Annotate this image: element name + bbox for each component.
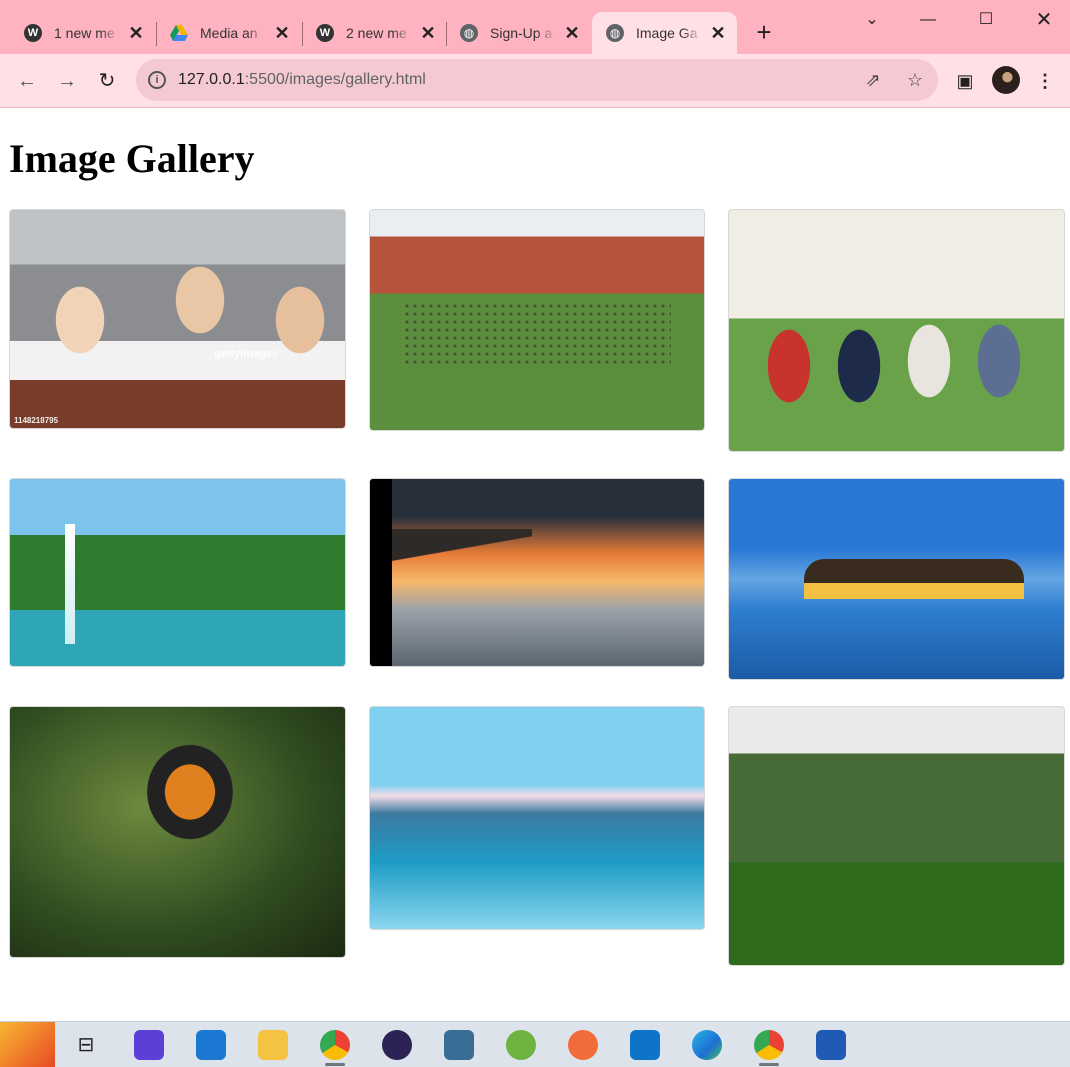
url-path: :5500/images/gallery.html [244, 71, 426, 88]
tab-title: 1 new me [54, 25, 115, 41]
info-icon[interactable]: i [148, 71, 166, 89]
eclipse-icon[interactable] [382, 1030, 412, 1060]
tab-2-new-messages[interactable]: W 2 new me ✕ [292, 12, 448, 54]
share-icon[interactable]: ⇗ [862, 69, 884, 91]
avatar[interactable] [992, 66, 1020, 94]
page-title: Image Gallery [9, 136, 255, 181]
tab-search-chevron-icon[interactable]: ⌄ [852, 8, 892, 32]
gallery-image-waterfall[interactable] [9, 478, 346, 667]
close-icon[interactable]: ✕ [128, 23, 144, 44]
bookmark-star-icon[interactable]: ☆ [904, 69, 926, 91]
gallery-image-falls[interactable] [369, 706, 705, 930]
forward-button[interactable]: → [54, 68, 80, 94]
mysql-icon[interactable] [444, 1030, 474, 1060]
tab-strip: W 1 new me ✕ Media an ✕ W 2 new me ✕ ◍ S… [0, 0, 1070, 54]
task-view-icon[interactable]: ⊟ [71, 1030, 101, 1060]
tab-media[interactable]: Media an ✕ [146, 12, 302, 54]
close-icon[interactable]: ✕ [274, 23, 290, 44]
more-menu-icon[interactable]: ⋮ [1032, 68, 1058, 94]
new-tab-button[interactable]: + [752, 19, 776, 45]
minimize-button[interactable]: — [908, 8, 948, 32]
close-icon[interactable]: ✕ [710, 23, 726, 44]
image-watermark: gettyimages [214, 348, 279, 360]
gallery-image-campus[interactable] [369, 209, 705, 431]
back-button[interactable]: ← [14, 68, 40, 94]
globe-icon: ◍ [460, 24, 478, 42]
postman-icon[interactable] [568, 1030, 598, 1060]
tab-title: Image Ga [636, 25, 698, 41]
gallery-image-students[interactable]: gettyimages 1148218795 [9, 209, 346, 429]
image-id-text: 1148218795 [14, 416, 59, 425]
word-icon[interactable] [816, 1030, 846, 1060]
gallery-image-forest[interactable] [728, 706, 1065, 966]
file-explorer-icon[interactable] [258, 1030, 288, 1060]
gallery-image-pier[interactable] [369, 478, 705, 667]
vscode-icon[interactable] [630, 1030, 660, 1060]
chrome-icon[interactable] [754, 1030, 784, 1066]
browser-toolbar: ← → ↻ i 127.0.0.1:5500/images/gallery.ht… [0, 54, 1070, 108]
url-host: 127.0.0.1 [178, 71, 245, 88]
taskbar: ⊟ [0, 1021, 1070, 1067]
wordpress-icon: W [316, 24, 334, 42]
close-window-button[interactable]: ✕ [1024, 8, 1064, 32]
gallery-image-villa[interactable] [728, 478, 1065, 680]
wordpress-icon: W [24, 24, 42, 42]
tab-title: 2 new me [346, 25, 407, 41]
chrome-icon[interactable] [320, 1030, 350, 1066]
close-icon[interactable]: ✕ [420, 23, 436, 44]
google-drive-icon [170, 24, 188, 42]
gallery-image-college[interactable] [728, 209, 1065, 452]
tab-title: Media an [200, 25, 258, 41]
spring-icon[interactable] [506, 1030, 536, 1060]
mail-icon[interactable] [196, 1030, 226, 1060]
side-panel-icon[interactable]: ▣ [952, 68, 978, 94]
tab-sign-up[interactable]: ◍ Sign-Up a ✕ [436, 12, 592, 54]
vs-icon[interactable] [134, 1030, 164, 1060]
gallery-image-butterfly[interactable] [9, 706, 346, 958]
news-widget-icon[interactable] [0, 1022, 55, 1067]
address-bar[interactable]: i 127.0.0.1:5500/images/gallery.html ⇗ ☆ [136, 59, 938, 101]
tab-image-gallery[interactable]: ◍ Image Ga ✕ [592, 12, 737, 54]
maximize-button[interactable]: ☐ [966, 8, 1006, 32]
tab-1-new-message[interactable]: W 1 new me ✕ [0, 12, 156, 54]
edge-icon[interactable] [692, 1030, 722, 1060]
url-text[interactable]: 127.0.0.1:5500/images/gallery.html [178, 71, 426, 89]
reload-button[interactable]: ↻ [94, 68, 120, 94]
globe-icon: ◍ [606, 24, 624, 42]
tab-title: Sign-Up a [490, 25, 553, 41]
close-icon[interactable]: ✕ [564, 23, 580, 44]
